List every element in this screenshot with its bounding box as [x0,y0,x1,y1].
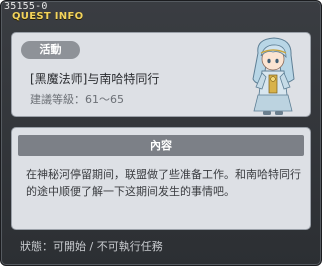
quest-content-panel: 內容 在神秘河停留期间，联盟做了些准备工作。和南哈特同行的途中顺便了解一下这期间… [11,127,311,230]
category-badge: 活動 [21,41,80,59]
level-range: 61～65 [85,93,124,106]
window-title: QUEST INFO [12,11,84,22]
quest-name: [黑魔法师]与南哈特同行 [30,72,160,86]
status-label: 狀態 [20,240,42,253]
status-value: 可開始 / 不可執行任務 [53,240,163,253]
quest-status: 狀態：可開始 / 不可執行任務 [20,240,163,253]
recommended-level: 建議等級：61～65 [30,93,124,106]
quest-info-window: 35155-0 QUEST INFO 活動 [黑魔法师]与南哈特同行 建議等級：… [0,0,322,266]
content-text: 在神秘河停留期间，联盟做了些准备工作。和南哈特同行的途中顺便了解一下这期间发生的… [26,168,301,198]
level-label: 建議等級 [30,93,74,106]
content-header: 內容 [18,135,304,156]
npc-character-portrait [252,37,295,115]
quest-summary-panel: 活動 [黑魔法师]与南哈特同行 建議等級：61～65 [11,32,311,117]
